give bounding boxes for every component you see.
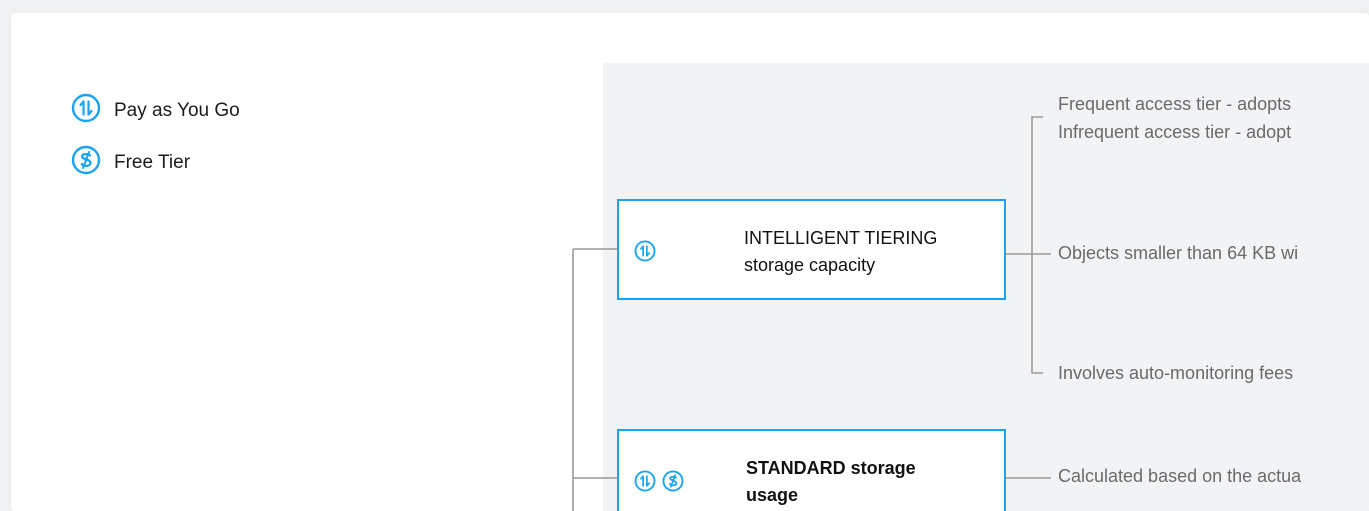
desc-standard-calc: Calculated based on the actua (1058, 466, 1302, 486)
node-intelligent-tiering: INTELLIGENT TIERING storage capacity (617, 199, 1006, 300)
node-intelligent-text: INTELLIGENT TIERING storage capacity (744, 225, 937, 279)
desc-infrequent: Infrequent access tier - adopt (1058, 122, 1292, 142)
node-standard-title: STANDARD storage (746, 458, 916, 478)
pay-as-you-go-icon (634, 470, 656, 497)
free-tier-icon (662, 470, 684, 497)
desc-small-objects: Objects smaller than 64 KB wi (1058, 243, 1299, 263)
pay-as-you-go-icon (634, 240, 656, 267)
node-intelligent-title: INTELLIGENT TIERING (744, 228, 938, 248)
desc-frequent: Frequent access tier - adopts (1058, 94, 1292, 114)
node-intelligent-subtitle: storage capacity (744, 255, 876, 275)
diagram-card: Pay as You Go Free Tier INTELLIGENT TIER… (11, 13, 1369, 511)
node-standard-subtitle: usage (746, 485, 799, 505)
node-standard-text: STANDARD storage usage (746, 455, 916, 509)
node-standard: STANDARD storage usage (617, 429, 1006, 511)
node-standard-icons (634, 470, 684, 497)
desc-monitoring: Involves auto-monitoring fees (1058, 363, 1294, 383)
bracket-intelligent (1031, 116, 1043, 374)
node-intelligent-icons (634, 240, 656, 267)
